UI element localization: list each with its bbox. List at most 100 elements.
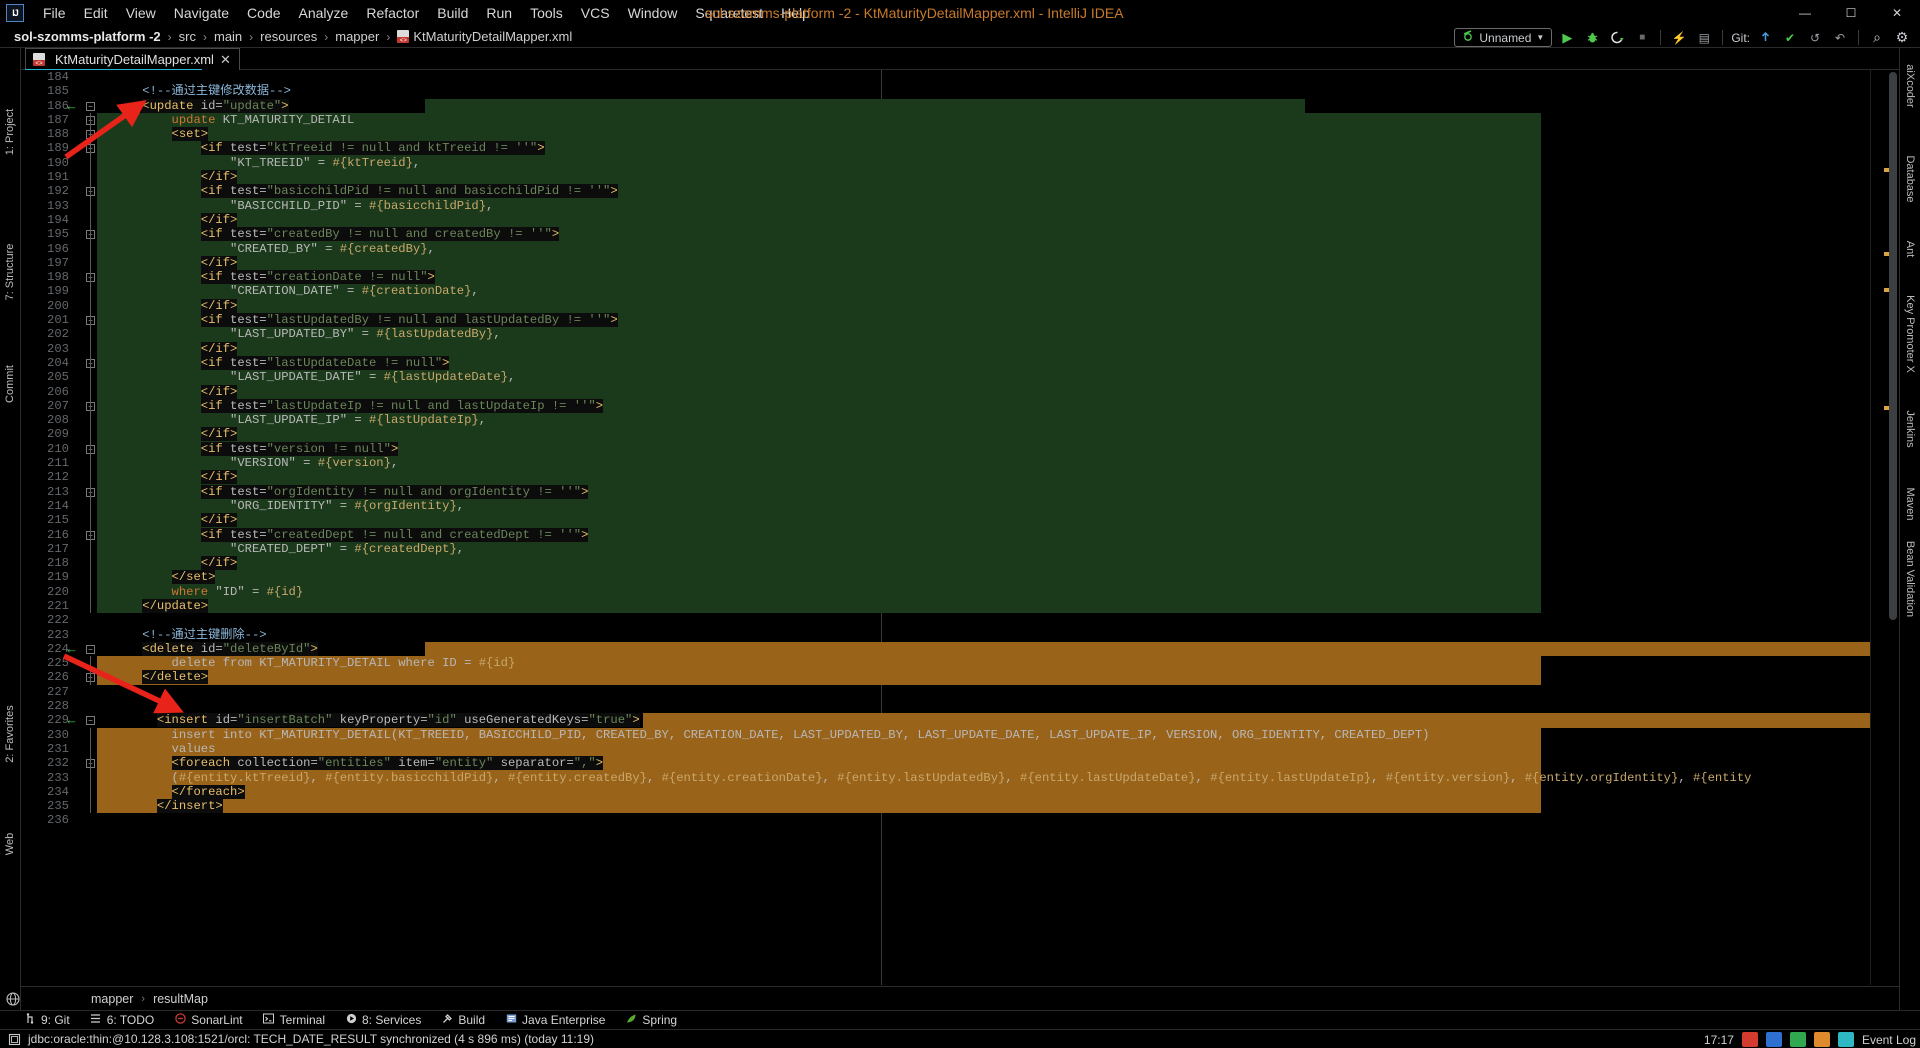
sidebar-item-database[interactable]: Database: [1904, 155, 1916, 202]
bottom-breadcrumb-item-1[interactable]: resultMap: [153, 992, 208, 1006]
sidebar-item-commit[interactable]: Commit: [4, 365, 16, 403]
run-button[interactable]: ▶: [1557, 28, 1577, 48]
git-update-icon[interactable]: [1755, 28, 1775, 48]
code-line[interactable]: delete from KT_MATURITY_DETAIL where ID …: [113, 656, 1870, 671]
gutter-row[interactable]: 229 ← −: [21, 713, 113, 727]
sidebar-item-project[interactable]: 1: Project: [4, 109, 16, 155]
code-line[interactable]: "LAST_UPDATE_DATE" = #{lastUpdateDate},: [113, 370, 1870, 385]
event-log-button[interactable]: Event Log: [1862, 1033, 1916, 1047]
code-line[interactable]: </delete>: [113, 670, 1870, 685]
tool-window-git[interactable]: 9: Git: [24, 1013, 70, 1027]
tray-red-icon[interactable]: [1741, 1032, 1758, 1047]
gutter-row[interactable]: 187−: [21, 112, 113, 128]
menu-item-tools[interactable]: Tools: [521, 0, 572, 26]
breadcrumb-item-1[interactable]: src: [179, 29, 196, 44]
gutter-row[interactable]: 205: [21, 370, 113, 385]
gutter-row[interactable]: 233: [21, 770, 113, 785]
tray-blue-icon[interactable]: [1765, 1032, 1782, 1047]
code-line[interactable]: <if test="ktTreeid != null and ktTreeid …: [113, 141, 1870, 156]
code-line[interactable]: </if>: [113, 298, 1870, 314]
code-line[interactable]: "CREATION_DATE" = #{creationDate},: [113, 284, 1870, 299]
code-line[interactable]: <if test="createdBy != null and createdB…: [113, 227, 1870, 242]
gutter-row[interactable]: 214: [21, 498, 113, 514]
code-line[interactable]: </if>: [113, 255, 1870, 271]
tool-window-services[interactable]: 8: Services: [345, 1013, 421, 1027]
code-line[interactable]: </if>: [113, 513, 1870, 528]
gutter-row[interactable]: 188−: [21, 127, 113, 142]
code-line[interactable]: </if>: [113, 470, 1870, 485]
tool-window-spring[interactable]: Spring: [625, 1013, 677, 1027]
fold-toggle-icon[interactable]: −: [86, 101, 95, 111]
gutter-row[interactable]: 201−: [21, 313, 113, 328]
code-line[interactable]: </set>: [113, 570, 1870, 585]
menu-item-navigate[interactable]: Navigate: [165, 0, 238, 26]
code-line[interactable]: "VERSION" = #{version},: [113, 456, 1870, 471]
gutter-row[interactable]: 235: [21, 799, 113, 814]
run-gutter-arrow-icon[interactable]: ←: [65, 713, 78, 728]
code-line[interactable]: <delete id="deleteById">: [113, 641, 1870, 657]
gutter-row[interactable]: 209: [21, 427, 113, 442]
gutter-row[interactable]: 197: [21, 255, 113, 271]
sidebar-item-web[interactable]: Web: [4, 833, 16, 855]
maximize-button[interactable]: ☐: [1828, 0, 1874, 26]
editor-gutter[interactable]: 184185186←−187−188−189−190191192−1931941…: [21, 70, 113, 985]
git-history-icon[interactable]: ↺: [1805, 28, 1825, 48]
code-line[interactable]: update KT_MATURITY_DETAIL: [113, 112, 1870, 128]
gutter-row[interactable]: 222: [21, 613, 113, 627]
code-line[interactable]: "LAST_UPDATE_IP" = #{lastUpdateIp},: [113, 413, 1870, 428]
gutter-row[interactable]: 186 ← −: [21, 98, 113, 113]
menu-item-file[interactable]: File: [34, 0, 75, 26]
tool-window-terminal[interactable]: Terminal: [263, 1013, 325, 1027]
gutter-row[interactable]: 219: [21, 570, 113, 585]
code-line[interactable]: where "ID" = #{id}: [113, 584, 1870, 599]
gutter-row[interactable]: 227: [21, 685, 113, 699]
gutter-row[interactable]: 225: [21, 656, 113, 671]
gutter-row[interactable]: 203: [21, 341, 113, 356]
breadcrumb-item-5[interactable]: KtMaturityDetailMapper.xml: [397, 29, 572, 44]
gutter-row[interactable]: 218: [21, 556, 113, 571]
editor-tab[interactable]: KtMaturityDetailMapper.xml ✕: [25, 48, 240, 70]
code-line[interactable]: </update>: [113, 598, 1870, 614]
fold-toggle-icon[interactable]: −: [86, 716, 95, 726]
gutter-row[interactable]: 207−: [21, 398, 113, 414]
gutter-row[interactable]: 194: [21, 212, 113, 228]
code-line[interactable]: </if>: [113, 384, 1870, 399]
gutter-row[interactable]: 191: [21, 170, 113, 185]
gutter-row[interactable]: 226−: [21, 670, 113, 685]
gutter-row[interactable]: 192−: [21, 184, 113, 199]
code-line[interactable]: "CREATED_DEPT" = #{createdDept},: [113, 541, 1870, 557]
gutter-row[interactable]: 199: [21, 284, 113, 299]
close-icon[interactable]: ✕: [220, 53, 231, 66]
gutter-row[interactable]: 193: [21, 198, 113, 213]
gutter-row[interactable]: 204−: [21, 355, 113, 371]
gutter-row[interactable]: 228: [21, 699, 113, 713]
gear-icon[interactable]: ⚙: [1892, 28, 1912, 48]
sidebar-item-beanvalidation[interactable]: Bean Validation: [1904, 541, 1916, 617]
layout-icon[interactable]: ▤: [1694, 28, 1714, 48]
code-line[interactable]: </if>: [113, 556, 1870, 571]
gutter-row[interactable]: 200: [21, 298, 113, 314]
gutter-row[interactable]: 215: [21, 513, 113, 528]
code-line[interactable]: <!--通过主键修改数据-->: [113, 84, 1870, 98]
gutter-row[interactable]: 196: [21, 241, 113, 256]
gutter-row[interactable]: 216−: [21, 527, 113, 542]
gutter-row[interactable]: 206: [21, 384, 113, 399]
globe-icon[interactable]: [4, 990, 21, 1007]
menu-item-view[interactable]: View: [117, 0, 165, 26]
gutter-row[interactable]: 217: [21, 541, 113, 557]
editor-marker-bar[interactable]: [1870, 70, 1899, 985]
code-line[interactable]: "LAST_UPDATED_BY" = #{lastUpdatedBy},: [113, 327, 1870, 342]
menu-item-build[interactable]: Build: [428, 0, 477, 26]
tool-window-build[interactable]: Build: [441, 1013, 485, 1027]
code-line[interactable]: <if test="lastUpdateDate != null">: [113, 355, 1870, 371]
minimize-button[interactable]: —: [1782, 0, 1828, 26]
breadcrumb-item-0[interactable]: sol-szomms-platform -2: [14, 29, 161, 44]
sidebar-item-jenkins[interactable]: Jenkins: [1904, 410, 1916, 447]
code-line[interactable]: <insert id="insertBatch" keyProperty="id…: [113, 713, 1870, 728]
sidebar-item-maven[interactable]: Maven: [1904, 487, 1916, 520]
tray-cyan-icon[interactable]: [1837, 1032, 1854, 1047]
code-line[interactable]: <if test="lastUpdatedBy != null and last…: [113, 313, 1870, 328]
bottom-breadcrumb-item-0[interactable]: mapper: [91, 992, 133, 1006]
code-line[interactable]: </if>: [113, 427, 1870, 442]
gutter-row[interactable]: 212: [21, 470, 113, 485]
